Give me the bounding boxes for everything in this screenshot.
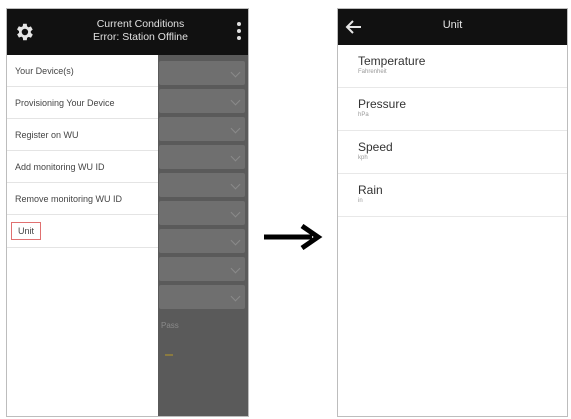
chevron-down-icon (230, 123, 241, 134)
chevron-down-icon (230, 151, 241, 162)
right-arrow-icon (264, 224, 323, 250)
chevron-down-icon (230, 291, 241, 302)
unit-value: in (358, 198, 363, 204)
menu-item-unit-label: Unit (11, 222, 42, 240)
chevron-down-icon (230, 67, 241, 78)
menu-item-your-devices[interactable]: Your Device(s) (7, 55, 158, 87)
top-app-bar: Unit (338, 9, 567, 45)
background-row (159, 173, 245, 197)
navigation-drawer: Your Device(s) Provisioning Your Device … (7, 55, 158, 416)
background-row (159, 257, 245, 281)
menu-item-add-monitoring[interactable]: Add monitoring WU ID (7, 151, 158, 183)
background-row (159, 89, 245, 113)
unit-item-speed[interactable]: Speed kph (338, 131, 567, 174)
chevron-down-icon (230, 179, 241, 190)
background-row (159, 229, 245, 253)
left-phone-screen: Current Conditions Error: Station Offlin… (6, 8, 249, 417)
menu-item-provisioning[interactable]: Provisioning Your Device (7, 87, 158, 119)
title-line-2: Error: Station Offline (93, 31, 188, 43)
right-phone-screen: Unit Temperature Fahrenheit Pressure hPa… (337, 8, 568, 417)
top-app-bar: Current Conditions Error: Station Offlin… (7, 9, 248, 55)
unit-label: Rain (358, 183, 383, 197)
background-list (159, 61, 245, 313)
kebab-menu-icon[interactable] (236, 22, 242, 42)
background-mark (165, 354, 173, 356)
menu-item-unit[interactable]: Unit (7, 215, 158, 248)
unit-value: kph (358, 155, 368, 161)
unit-item-rain[interactable]: Rain in (338, 174, 567, 217)
background-row (159, 145, 245, 169)
unit-label: Speed (358, 140, 393, 154)
background-row (159, 285, 245, 309)
unit-list: Temperature Fahrenheit Pressure hPa Spee… (338, 45, 567, 217)
unit-item-pressure[interactable]: Pressure hPa (338, 88, 567, 131)
background-row (159, 117, 245, 141)
menu-item-remove-monitoring[interactable]: Remove monitoring WU ID (7, 183, 158, 215)
background-row (159, 61, 245, 85)
unit-item-temperature[interactable]: Temperature Fahrenheit (338, 45, 567, 88)
title-line-1: Current Conditions (96, 18, 185, 30)
unit-value: Fahrenheit (358, 69, 387, 75)
unit-label: Pressure (358, 97, 407, 111)
unit-label: Temperature (358, 54, 426, 68)
background-text: Pass (161, 321, 179, 330)
menu-item-register-wu[interactable]: Register on WU (7, 119, 158, 151)
chevron-down-icon (230, 235, 241, 246)
chevron-down-icon (230, 207, 241, 218)
chevron-down-icon (230, 263, 241, 274)
page-title: Unit (442, 19, 463, 31)
gear-icon[interactable] (13, 21, 35, 43)
background-row (159, 201, 245, 225)
page-title: Current Conditions Error: Station Offlin… (57, 18, 224, 44)
chevron-down-icon (230, 95, 241, 106)
unit-value: hPa (358, 112, 369, 118)
